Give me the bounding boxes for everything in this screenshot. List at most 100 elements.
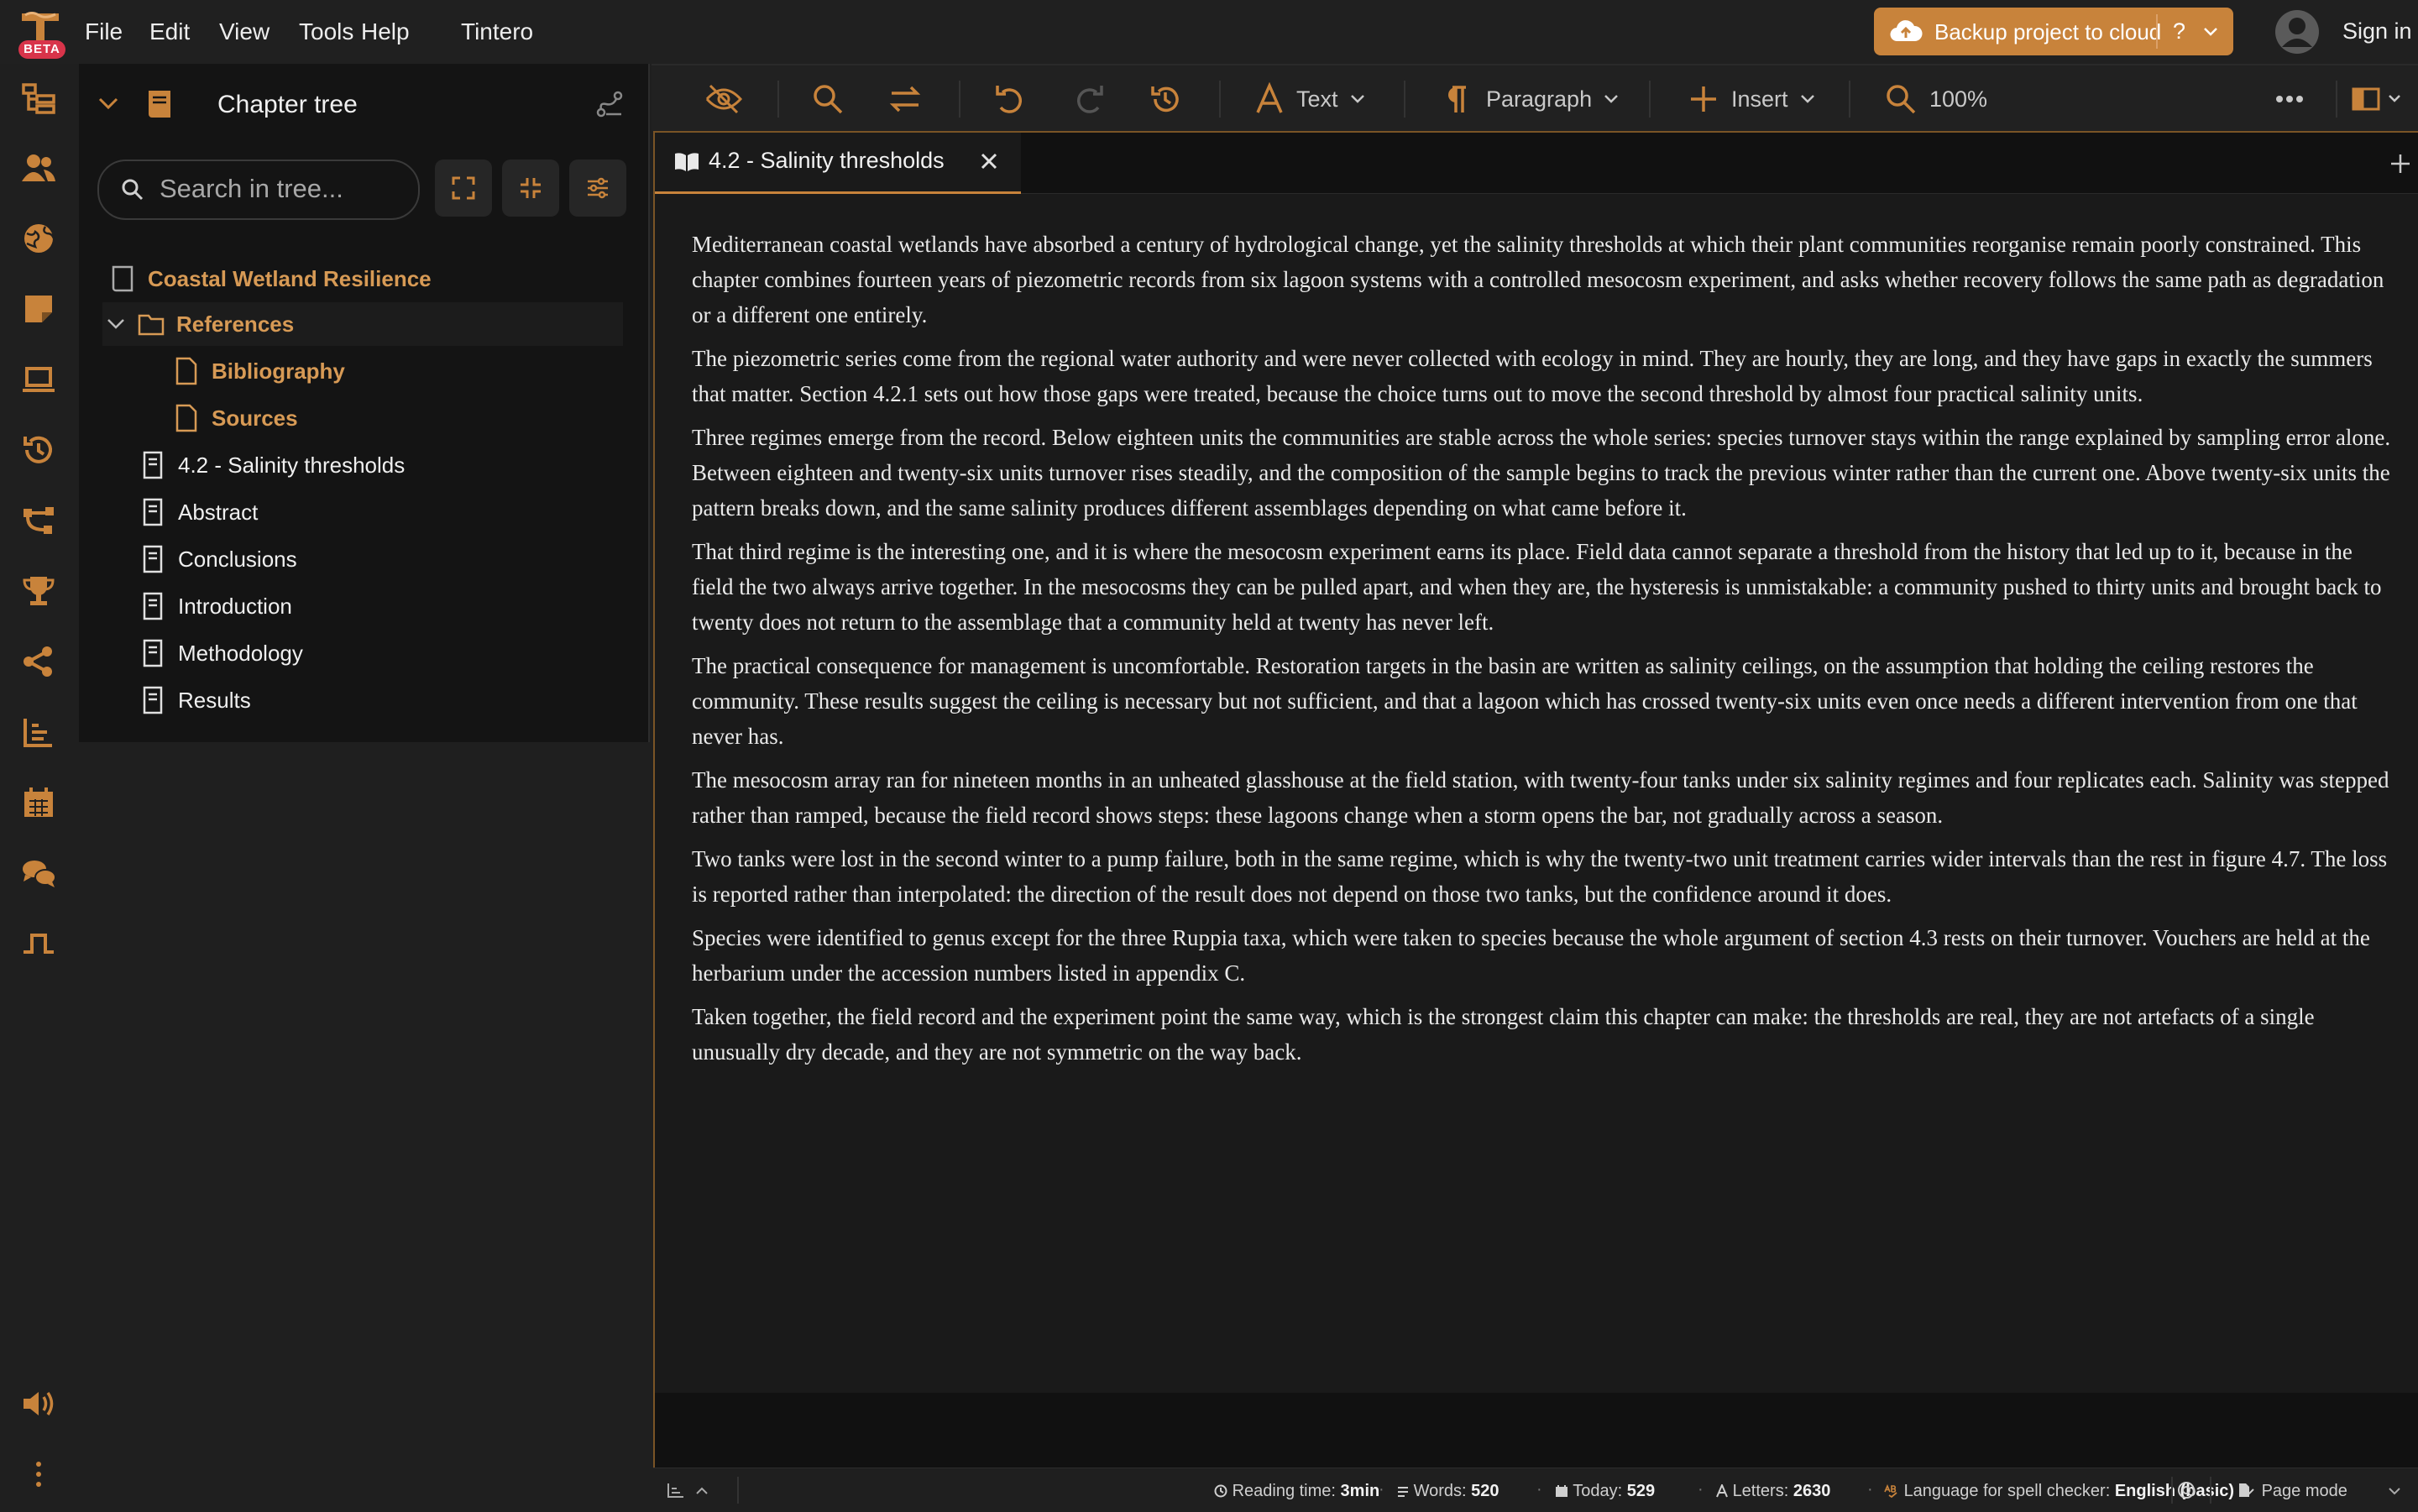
paragraph-dropdown[interactable]: Paragraph [1444, 65, 1619, 133]
paragraph[interactable]: Three regimes emerge from the record. Be… [692, 420, 2396, 526]
paragraph[interactable]: The practical consequence for management… [692, 648, 2396, 754]
more-options-button[interactable] [2275, 65, 2304, 133]
chapter-tree-icon[interactable] [17, 77, 60, 121]
status-bar: Reading time: 3min · Words: 520 · Today:… [653, 1468, 2418, 1512]
tree-item-results[interactable]: Results [139, 678, 251, 722]
chevron-down-icon[interactable] [2203, 26, 2218, 38]
paragraph[interactable]: Species were identified to genus except … [692, 920, 2396, 991]
status-dot: · [1867, 1480, 1873, 1499]
replace-button[interactable] [888, 65, 922, 133]
book-outline-icon [112, 265, 133, 292]
sound-icon[interactable] [17, 1382, 60, 1426]
chat-icon[interactable] [17, 851, 60, 895]
menu-file[interactable]: File [85, 18, 123, 45]
paragraph[interactable]: The mesocosm array ran for nineteen mont… [692, 762, 2396, 833]
document-body[interactable]: Mediterranean coastal wetlands have abso… [692, 227, 2396, 1078]
tree-item-conclusions[interactable]: Conclusions [139, 537, 297, 581]
search-button[interactable] [811, 65, 845, 133]
tree-item-label: 4.2 - Salinity thresholds [178, 452, 406, 478]
close-icon[interactable] [979, 151, 999, 171]
project-name: Coastal Wetland Resilience [148, 265, 432, 291]
tree-item-abstract[interactable]: Abstract [139, 490, 258, 534]
menu-tools[interactable]: Tools [299, 18, 353, 45]
reading-time: Reading time: 3min [1214, 1482, 1379, 1501]
calendar-icon[interactable] [17, 781, 60, 824]
chevron-down-icon [1604, 95, 1618, 103]
new-tab-plus-icon[interactable] [2389, 153, 2411, 175]
activity-icon[interactable] [17, 922, 60, 965]
focus-target-icon[interactable] [2176, 1480, 2196, 1500]
tree-header: Chapter tree [79, 64, 648, 144]
toolbar-separator [777, 81, 779, 118]
tree-search-input[interactable] [158, 161, 405, 217]
tree-project-node[interactable]: Coastal Wetland Resilience [109, 257, 432, 301]
tree-item-methodology[interactable]: Methodology [139, 631, 303, 675]
history-icon[interactable] [17, 428, 60, 472]
hide-button[interactable] [704, 65, 744, 133]
outline-icon[interactable] [667, 1482, 685, 1499]
chevron-down-icon[interactable] [106, 317, 126, 331]
history-button[interactable] [1149, 65, 1182, 133]
app-logo[interactable]: BETA [18, 10, 69, 59]
undo-button[interactable] [994, 65, 1028, 133]
status-separator [737, 1477, 739, 1504]
backup-project-button[interactable]: Backup project to cloud ? [1874, 8, 2233, 55]
menu-bar: BETA File Edit View Tools Help Tintero B… [0, 0, 2418, 64]
trophy-icon[interactable] [17, 569, 60, 613]
worlds-icon[interactable] [17, 217, 60, 260]
paragraph[interactable]: Two tanks were lost in the second winter… [692, 841, 2396, 912]
reading-time-value: 3min [1340, 1482, 1380, 1500]
tree-item-bibliography[interactable]: Bibliography [173, 349, 345, 393]
swap-icon [889, 86, 921, 112]
tree-item-salinity-thresholds[interactable]: 4.2 - Salinity thresholds [139, 443, 405, 487]
tree-route-icon[interactable] [594, 89, 625, 119]
collapse-all-button[interactable] [502, 160, 559, 217]
menu-help[interactable]: Help [361, 18, 410, 45]
characters-icon[interactable] [17, 146, 60, 190]
chevron-up-icon[interactable] [695, 1485, 709, 1495]
preview-icon[interactable] [17, 358, 60, 401]
chevron-down-icon[interactable] [2388, 1487, 2401, 1495]
structure-icon[interactable] [17, 499, 60, 542]
zoom-button[interactable]: 100% [1884, 65, 1987, 133]
tree-item-label: Abstract [178, 499, 259, 525]
sign-in-link[interactable]: Sign in [2342, 18, 2412, 44]
share-icon[interactable] [17, 640, 60, 683]
expand-all-button[interactable] [435, 160, 492, 217]
stats-icon[interactable] [17, 710, 60, 754]
menu-tintero[interactable]: Tintero [461, 18, 533, 45]
collapse-chevron-icon[interactable] [97, 96, 119, 111]
paragraph[interactable]: That third regime is the interesting one… [692, 534, 2396, 640]
undo-icon [996, 86, 1023, 113]
tree-item-sources[interactable]: Sources [173, 396, 298, 440]
letter-count: Letters: 2630 [1716, 1482, 1830, 1501]
page-mode-toggle[interactable]: Page mode [2238, 1482, 2347, 1501]
menu-view[interactable]: View [219, 18, 270, 45]
paragraph[interactable]: Taken together, the field record and the… [692, 999, 2396, 1070]
chapter-tree-panel: Chapter tree Coa [79, 64, 650, 742]
avatar[interactable] [2274, 8, 2321, 55]
tree-folder-references[interactable]: References [106, 302, 294, 346]
page-icon [175, 357, 197, 385]
layout-button[interactable] [2351, 65, 2401, 133]
tab-salinity-thresholds[interactable]: 4.2 - Salinity thresholds [655, 133, 1021, 194]
tree-item-introduction[interactable]: Introduction [139, 584, 292, 628]
search-icon [122, 179, 144, 201]
tree-search-box[interactable] [97, 160, 420, 220]
open-book-icon [675, 153, 699, 171]
menu-edit[interactable]: Edit [149, 18, 190, 45]
tab-strip: 4.2 - Salinity thresholds [655, 131, 2418, 194]
redo-button[interactable] [1071, 65, 1105, 133]
tree-filter-button[interactable] [569, 160, 626, 217]
paragraph[interactable]: Mediterranean coastal wetlands have abso… [692, 227, 2396, 332]
spellcheck-language[interactable]: Language for spell checker: English (bas… [1884, 1482, 2254, 1501]
text-dropdown[interactable]: Text [1254, 65, 1365, 133]
backup-label: Backup project to cloud [1934, 19, 2162, 44]
spellcheck-icon [1884, 1484, 1897, 1498]
more-icon[interactable] [17, 1452, 60, 1496]
document-icon [143, 639, 163, 667]
insert-dropdown[interactable]: Insert [1689, 65, 1815, 133]
help-label[interactable]: ? [2173, 18, 2185, 44]
paragraph[interactable]: The piezometric series come from the reg… [692, 341, 2396, 411]
notes-icon[interactable] [17, 287, 60, 331]
